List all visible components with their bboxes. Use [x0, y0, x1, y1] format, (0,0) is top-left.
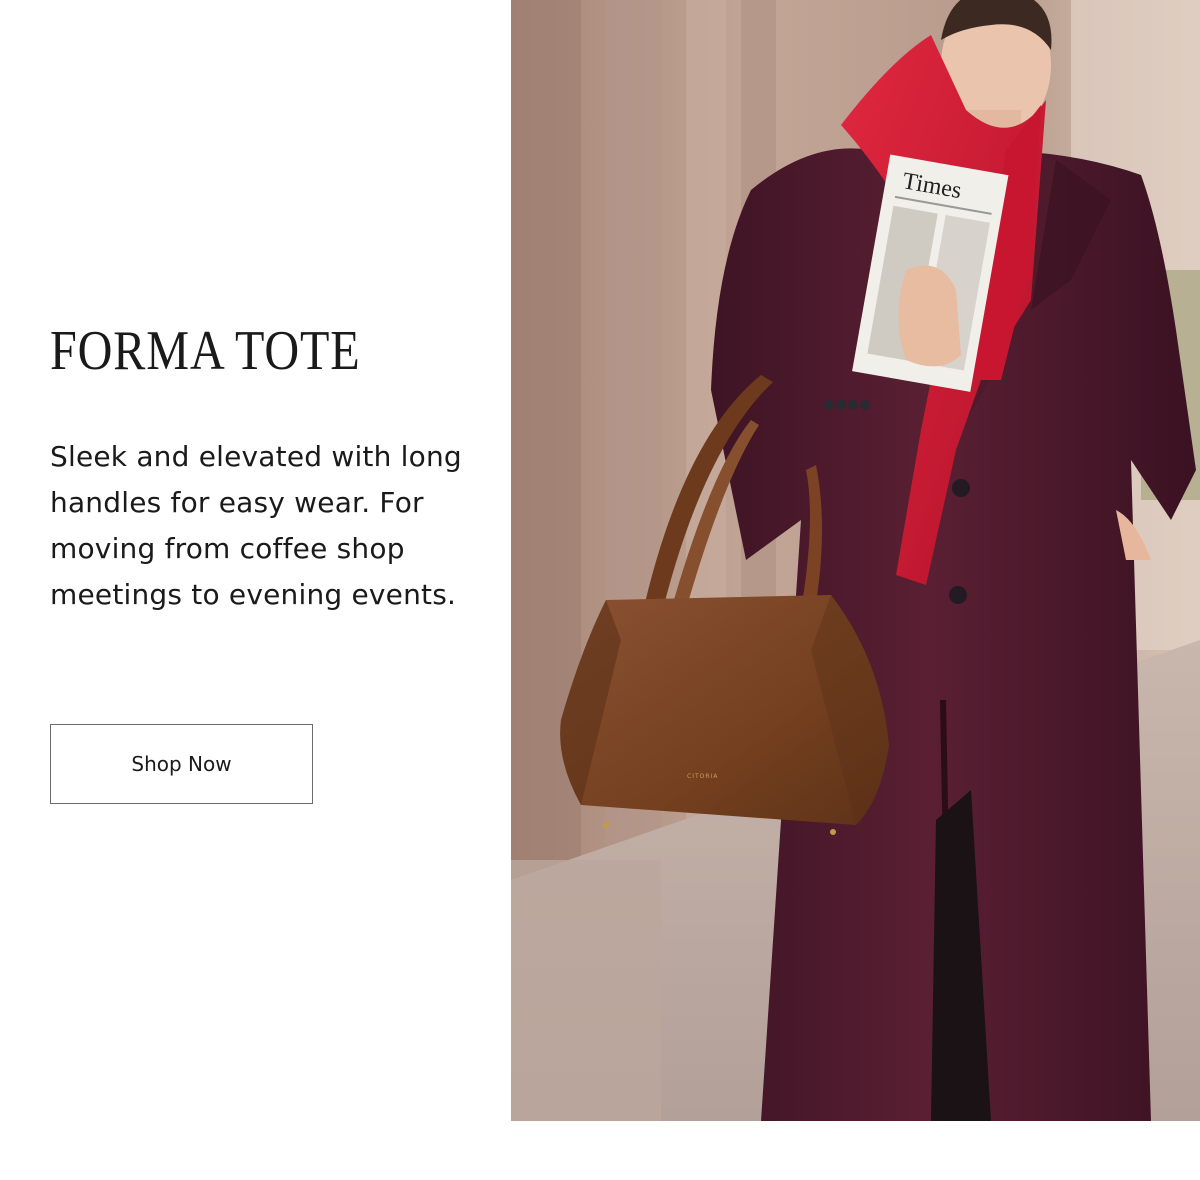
hero-image[interactable]: Times CITORIA — [511, 0, 1200, 1121]
bag-stamp: CITORIA — [687, 773, 718, 780]
hero-illustration: Times CITORIA — [511, 0, 1200, 1121]
promo-banner: FORMA TOTE Sleek and elevated with long … — [0, 0, 1200, 1180]
promo-copy: FORMA TOTE Sleek and elevated with long … — [50, 318, 480, 618]
product-title: FORMA TOTE — [50, 320, 361, 382]
product-description: Sleek and elevated with long handles for… — [50, 440, 462, 611]
shop-now-button[interactable]: Shop Now — [50, 724, 313, 804]
